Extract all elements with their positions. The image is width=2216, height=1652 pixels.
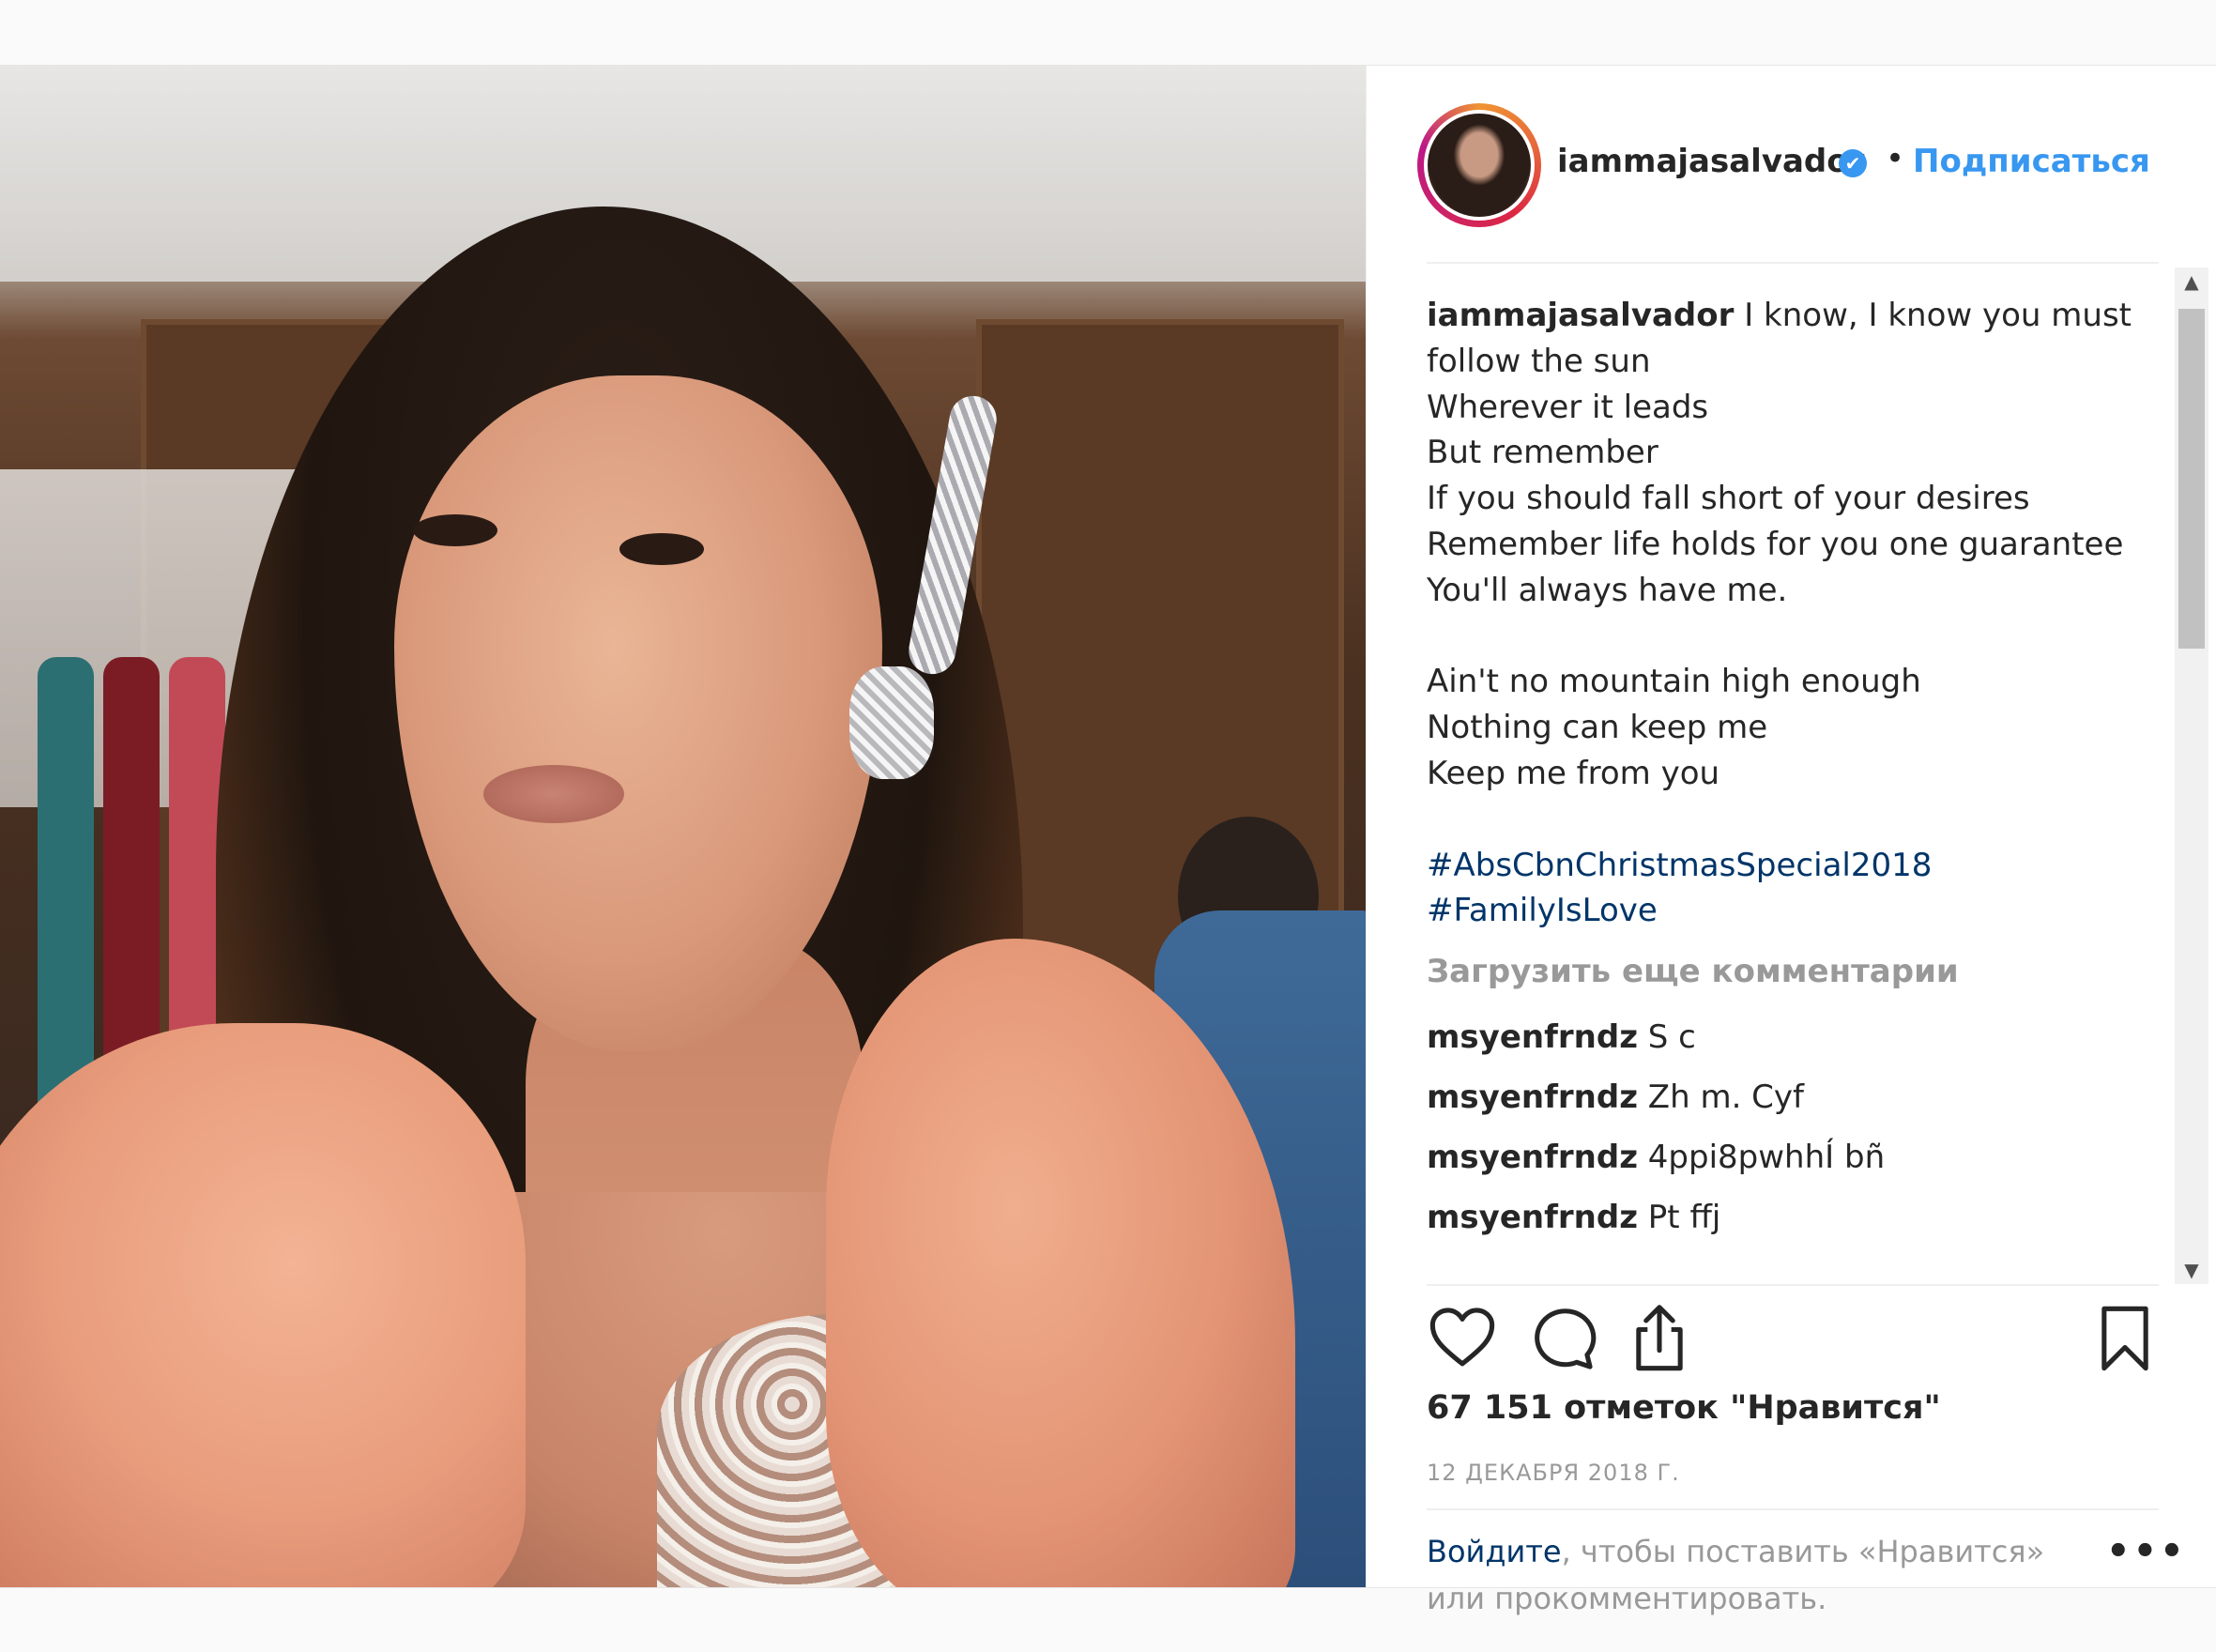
action-bar <box>1427 1303 2187 1378</box>
photo-dress <box>38 657 94 1108</box>
comment-item: msyenfrndz Zh m. Cyf <box>1427 1078 2168 1116</box>
scroll-down-arrow-icon[interactable]: ▼ <box>2175 1256 2208 1284</box>
caption-text: Ain't no mountain high enough <box>1427 663 1921 701</box>
comment-username[interactable]: msyenfrndz <box>1427 1078 1638 1116</box>
comment-text: Zh m. Cyf <box>1647 1078 1805 1117</box>
caption-text: Wherever it leads <box>1427 388 1709 426</box>
divider <box>1427 262 2159 264</box>
comment-text: S c <box>1647 1018 1696 1057</box>
photo-lips <box>483 765 624 823</box>
photo-earring <box>849 666 934 779</box>
avatar[interactable] <box>1424 110 1535 221</box>
caption-text: Remember life holds for you one guarante… <box>1427 525 2124 563</box>
divider <box>1427 1508 2159 1510</box>
hashtag-link[interactable]: #AbsCbnChristmasSpecial2018 <box>1427 843 2168 889</box>
caption-text: You'll always have me. <box>1427 571 1788 609</box>
comment-username[interactable]: msyenfrndz <box>1427 1199 1638 1236</box>
caption-text: I know, I know you must <box>1734 297 2132 334</box>
hashtag-link[interactable]: #FamilyIsLove <box>1427 888 2168 934</box>
caption-text: But remember <box>1427 434 1658 472</box>
login-link[interactable]: Войдите <box>1427 1534 1562 1569</box>
heart-icon[interactable] <box>1427 1303 1498 1374</box>
caption-text: follow the sun <box>1427 342 1651 380</box>
avatar-story-ring[interactable] <box>1417 103 1541 227</box>
comments-list[interactable]: iammajasalvador I know, I know you must … <box>1427 268 2168 1284</box>
avatar-image <box>1428 114 1531 217</box>
comment-text: Pt ffj <box>1647 1199 1721 1237</box>
scrollbar-thumb[interactable] <box>2178 309 2205 649</box>
divider <box>1427 1284 2159 1286</box>
comment-icon[interactable] <box>1526 1303 1597 1374</box>
caption-text: Nothing can keep me <box>1427 709 1768 747</box>
likes-count[interactable]: 67 151 отметок "Нравится" <box>1427 1389 1941 1427</box>
post-photo[interactable] <box>0 66 1366 1587</box>
load-more-comments-button[interactable]: Загрузить еще комментарии <box>1427 953 2168 990</box>
post-side-panel: iammajasalvador ✔ • Подписаться iammajas… <box>1366 66 2216 1616</box>
caption: iammajasalvador I know, I know you must … <box>1427 293 2168 934</box>
post-container: iammajasalvador ✔ • Подписаться iammajas… <box>0 65 2216 1616</box>
header-separator: • <box>1886 140 1905 177</box>
caption-text: If you should fall short of your desires <box>1427 480 2030 518</box>
more-options-icon[interactable]: ••• <box>2106 1530 2187 1573</box>
caption-username[interactable]: iammajasalvador <box>1427 297 1734 334</box>
verified-badge-icon: ✔ <box>1839 149 1867 177</box>
follow-button[interactable]: Подписаться <box>1913 143 2150 180</box>
login-prompt: Войдите, чтобы поставить «Нравится» или … <box>1427 1528 2084 1622</box>
comment-username[interactable]: msyenfrndz <box>1427 1018 1638 1056</box>
caption-text: Keep me from you <box>1427 754 1720 792</box>
photo-eye <box>619 533 704 565</box>
photo-eye <box>413 514 497 546</box>
header-username[interactable]: iammajasalvador <box>1557 143 1864 180</box>
comment-username[interactable]: msyenfrndz <box>1427 1139 1638 1176</box>
post-header: iammajasalvador ✔ • Подписаться <box>1367 66 2216 263</box>
post-date[interactable]: 12 ДЕКАБРЯ 2018 Г. <box>1427 1460 1680 1486</box>
share-icon[interactable] <box>1624 1303 1695 1374</box>
comment-item: msyenfrndz Pt ffj <box>1427 1199 2168 1236</box>
comment-text: 4ppi8pwhhÍ bñ <box>1647 1139 1886 1177</box>
comment-item: msyenfrndz 4ppi8pwhhÍ bñ <box>1427 1139 2168 1176</box>
scroll-up-arrow-icon[interactable]: ▲ <box>2175 268 2208 296</box>
photo-fur <box>0 1023 526 1587</box>
bookmark-icon[interactable] <box>2089 1303 2161 1374</box>
comment-item: msyenfrndz S c <box>1427 1018 2168 1056</box>
comments-scrollbar[interactable]: ▲ ▼ <box>2175 268 2208 1284</box>
